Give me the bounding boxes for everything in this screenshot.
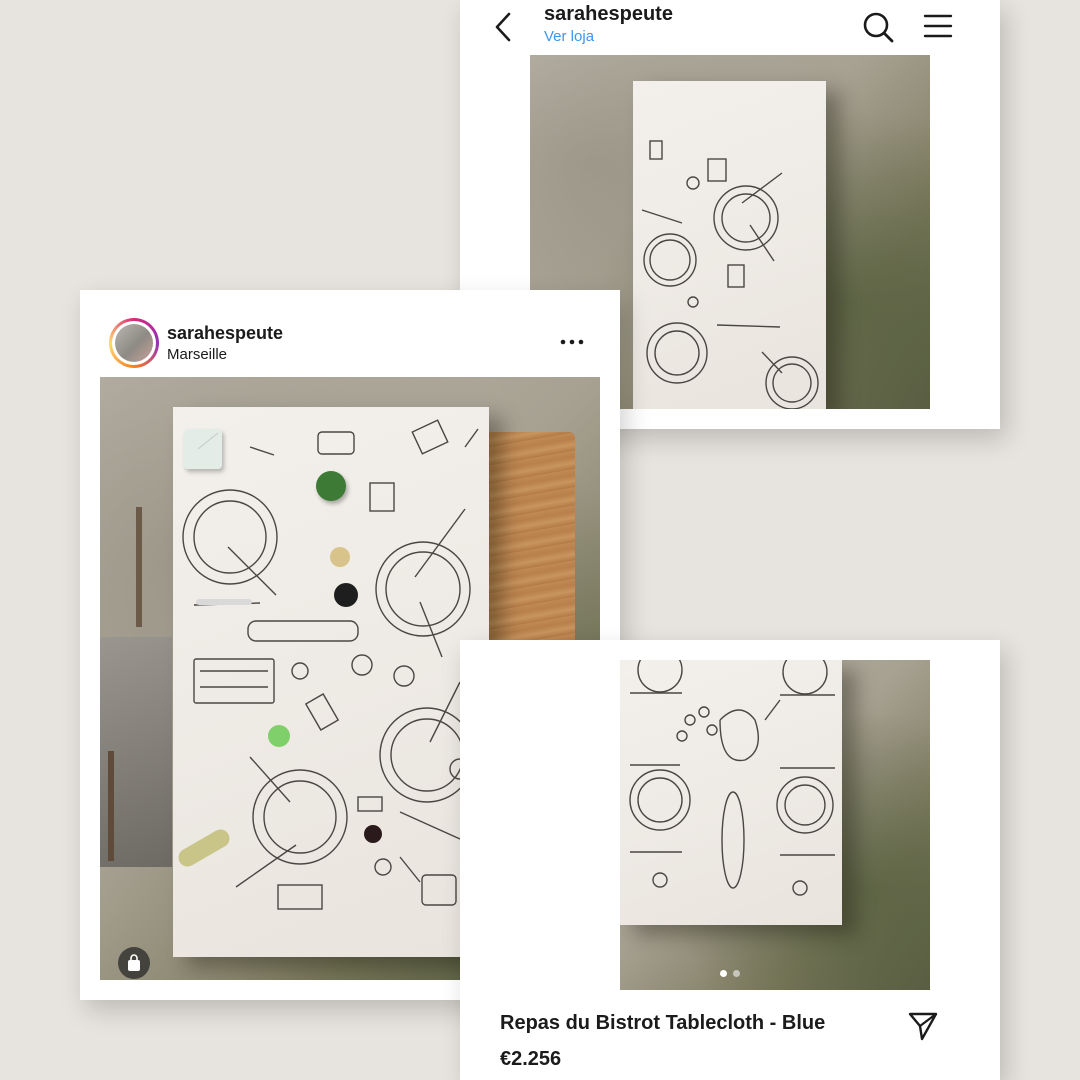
shopping-bag-icon	[128, 954, 140, 971]
post-username[interactable]: sarahespeute	[167, 323, 283, 344]
product-post-photo[interactable]	[620, 660, 930, 990]
product-price: €2.256	[500, 1048, 562, 1070]
profile-avatar[interactable]	[109, 318, 159, 368]
product-title[interactable]: Repas du Bistrot Tablecloth - Blue	[500, 1012, 825, 1035]
post-location[interactable]: Marseille	[167, 346, 227, 363]
back-chevron-icon[interactable]	[492, 10, 516, 44]
more-options-icon[interactable]	[558, 335, 586, 349]
carousel-dot-1[interactable]	[720, 970, 727, 977]
top-shop-link[interactable]: Ver loja	[544, 28, 594, 45]
send-icon[interactable]	[906, 1009, 940, 1043]
top-profile-username[interactable]: sarahespeute	[544, 3, 673, 26]
search-icon[interactable]	[860, 9, 896, 45]
carousel-dot-2[interactable]	[733, 970, 740, 977]
hamburger-menu-icon[interactable]	[922, 12, 954, 40]
tablecloth-sketch-drawing	[629, 660, 835, 896]
shopping-bag-icon-button[interactable]	[118, 947, 150, 979]
